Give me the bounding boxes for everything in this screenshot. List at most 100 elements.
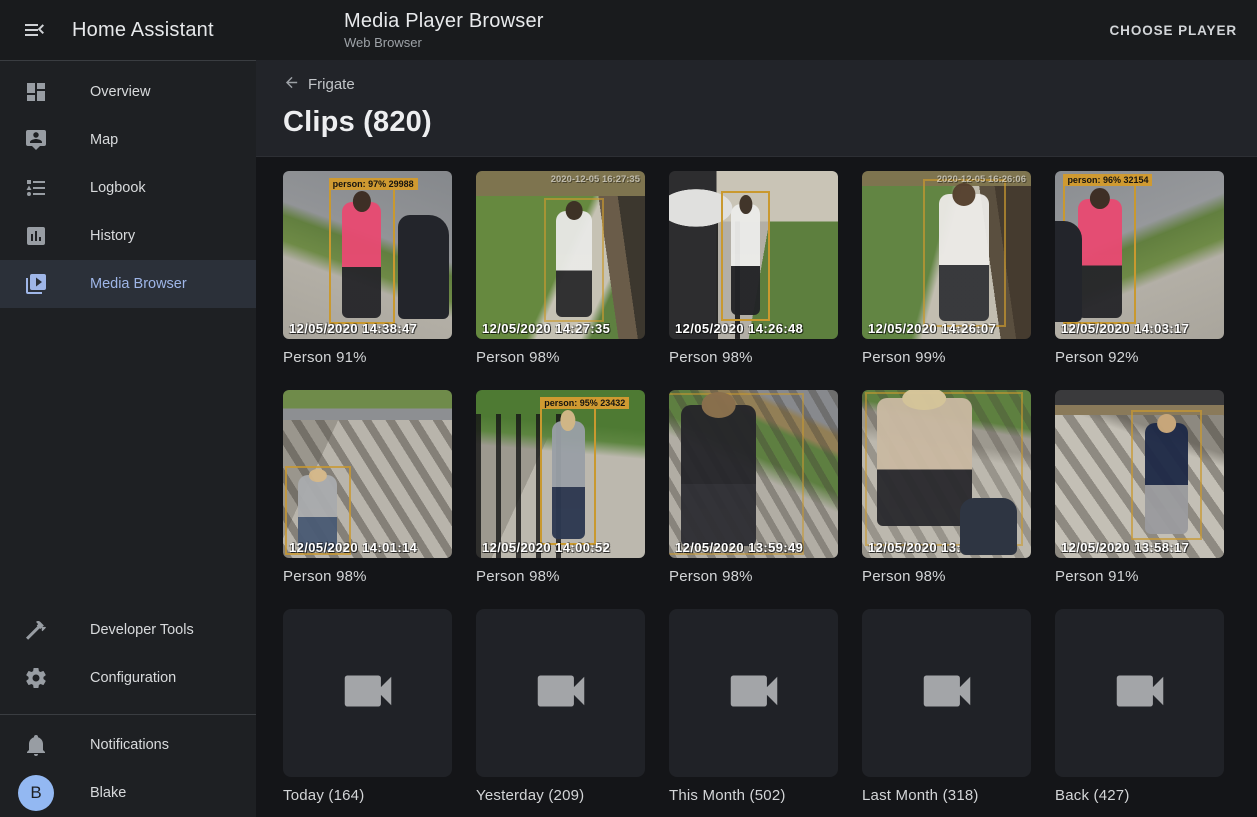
- detection-score-label: person: 95% 23432: [540, 397, 629, 409]
- top-app-bar: Home Assistant Media Player Browser Web …: [0, 0, 1257, 60]
- detected-person: [877, 398, 972, 526]
- bulleted-list-icon: [24, 176, 48, 200]
- folder-caption: Today (164): [283, 787, 452, 804]
- video-camera-icon: [1109, 660, 1171, 727]
- clip-thumbnail[interactable]: person: 96% 32154 12/05/2020 14:03:17 Pe…: [1055, 171, 1224, 366]
- clip-still-image: 2020-12-05 16:27:35 12/05/2020 14:27:35: [476, 171, 645, 339]
- clip-thumbnail[interactable]: 2020-12-05 16:27:35 12/05/2020 14:27:35 …: [476, 171, 645, 366]
- clip-still-image: 12/05/2020 14:01:14: [283, 390, 452, 558]
- video-camera-icon: [723, 660, 785, 727]
- sidebar-header: Home Assistant: [0, 0, 256, 60]
- content-header: Frigate Clips (820): [256, 60, 1257, 157]
- video-camera-icon: [530, 660, 592, 727]
- dashboard-icon: [24, 80, 48, 104]
- detection-bounding-box: person: 97% 29988: [329, 188, 395, 324]
- menu-open-icon: [22, 30, 46, 45]
- camera-osd-timestamp: 12/05/2020 14:00:52: [482, 540, 610, 555]
- sidebar-item-configuration[interactable]: Configuration: [0, 654, 256, 702]
- bell-icon: [24, 733, 48, 757]
- camera-osd-timestamp: 12/05/2020 13:58:17: [1061, 540, 1189, 555]
- sidebar-item-user-profile[interactable]: B Blake: [0, 769, 256, 817]
- folder-thumbnail: [862, 609, 1031, 777]
- sidebar-nav: Overview Map Logbook: [0, 61, 256, 308]
- clip-thumbnail[interactable]: 12/05/2020 14:26:48 Person 98%: [669, 171, 838, 366]
- camera-osd-secondary-timestamp: 2020-12-05 16:26:06: [937, 174, 1026, 185]
- sidebar-item-overview[interactable]: Overview: [0, 68, 256, 116]
- clip-caption: Person 98%: [283, 568, 452, 585]
- clip-caption: Person 91%: [283, 349, 452, 366]
- detected-person: [731, 204, 760, 314]
- camera-osd-timestamp: 12/05/2020 14:03:17: [1061, 321, 1189, 336]
- clip-thumbnail[interactable]: person: 97% 29988 12/05/2020 14:38:47 Pe…: [283, 171, 452, 366]
- account-tooltip-icon: [24, 128, 48, 152]
- sidebar-item-label: Logbook: [90, 180, 146, 196]
- folder-caption: This Month (502): [669, 787, 838, 804]
- detection-score-label: person: 96% 32154: [1063, 174, 1152, 186]
- sidebar-toggle-button[interactable]: [16, 12, 52, 48]
- sidebar-item-label: Developer Tools: [90, 622, 194, 638]
- clip-thumbnail[interactable]: 12/05/2020 14:01:14 Person 98%: [283, 390, 452, 585]
- clip-caption: Person 98%: [669, 349, 838, 366]
- folder-thumbnail: [669, 609, 838, 777]
- video-camera-icon: [916, 660, 978, 727]
- breadcrumb-back-frigate[interactable]: Frigate: [283, 74, 355, 95]
- camera-osd-secondary-timestamp: 2020-12-05 16:27:35: [551, 174, 640, 185]
- clip-thumbnail[interactable]: 12/05/2020 13:58:30 Person 98%: [862, 390, 1031, 585]
- folder-caption: Yesterday (209): [476, 787, 645, 804]
- clip-caption: Person 98%: [669, 568, 838, 585]
- folder-tile[interactable]: Back (427): [1055, 609, 1224, 804]
- sidebar-item-label: Overview: [90, 84, 150, 100]
- sidebar-spacer: [0, 308, 256, 606]
- detected-person: [556, 211, 592, 317]
- sidebar-item-logbook[interactable]: Logbook: [0, 164, 256, 212]
- folder-tile[interactable]: Yesterday (209): [476, 609, 645, 804]
- camera-osd-timestamp: 12/05/2020 14:26:48: [675, 321, 803, 336]
- detected-person: [342, 202, 382, 318]
- detected-person: [681, 405, 756, 547]
- sidebar-item-label: Map: [90, 132, 118, 148]
- avatar: B: [18, 775, 54, 811]
- sidebar-item-label: Notifications: [90, 737, 169, 753]
- detected-person: [552, 421, 585, 539]
- folder-tile[interactable]: Last Month (318): [862, 609, 1031, 804]
- breadcrumb-label: Frigate: [308, 76, 355, 93]
- gear-icon: [24, 666, 48, 690]
- video-camera-icon: [337, 660, 399, 727]
- home-assistant-app: Home Assistant Media Player Browser Web …: [0, 0, 1257, 817]
- sidebar-item-notifications[interactable]: Notifications: [0, 721, 256, 769]
- detection-bounding-box: person: 96% 32154: [1063, 184, 1136, 323]
- clip-still-image: 12/05/2020 14:26:48: [669, 171, 838, 339]
- clip-still-image: person: 96% 32154 12/05/2020 14:03:17: [1055, 171, 1224, 339]
- detection-bounding-box: [721, 191, 770, 320]
- sidebar-item-label: History: [90, 228, 135, 244]
- clip-caption: Person 92%: [1055, 349, 1224, 366]
- clip-still-image: person: 95% 23432 12/05/2020 14:00:52: [476, 390, 645, 558]
- sidebar-item-media-browser[interactable]: Media Browser: [0, 260, 256, 308]
- folder-tile[interactable]: This Month (502): [669, 609, 838, 804]
- clips-grid: person: 97% 29988 12/05/2020 14:38:47 Pe…: [283, 171, 1224, 804]
- folder-thumbnail: [476, 609, 645, 777]
- detection-bounding-box: [865, 392, 1022, 547]
- clip-thumbnail[interactable]: 2020-12-05 16:26:06 12/05/2020 14:26:07 …: [862, 171, 1031, 366]
- camera-osd-timestamp: 12/05/2020 14:26:07: [868, 321, 996, 336]
- clip-caption: Person 98%: [476, 568, 645, 585]
- choose-player-button[interactable]: CHOOSE PLAYER: [1090, 13, 1257, 48]
- detected-person: [1145, 423, 1188, 533]
- clip-still-image: 12/05/2020 13:59:49: [669, 390, 838, 558]
- clip-still-image: 12/05/2020 13:58:17: [1055, 390, 1224, 558]
- folder-thumbnail: [1055, 609, 1224, 777]
- clip-thumbnail[interactable]: person: 95% 23432 12/05/2020 14:00:52 Pe…: [476, 390, 645, 585]
- clip-thumbnail[interactable]: 12/05/2020 13:58:17 Person 91%: [1055, 390, 1224, 585]
- folder-tile[interactable]: Today (164): [283, 609, 452, 804]
- clip-thumbnail[interactable]: 12/05/2020 13:59:49 Person 98%: [669, 390, 838, 585]
- sidebar-item-history[interactable]: History: [0, 212, 256, 260]
- arrow-left-icon: [283, 74, 300, 95]
- detected-person: [298, 475, 338, 550]
- detection-bounding-box: [1131, 410, 1202, 539]
- clips-scroll-area[interactable]: person: 97% 29988 12/05/2020 14:38:47 Pe…: [256, 157, 1257, 817]
- sidebar-item-map[interactable]: Map: [0, 116, 256, 164]
- chart-box-icon: [24, 224, 48, 248]
- sidebar-item-developer-tools[interactable]: Developer Tools: [0, 606, 256, 654]
- play-box-multiple-icon: [24, 272, 48, 296]
- detection-bounding-box: person: 95% 23432: [540, 407, 596, 545]
